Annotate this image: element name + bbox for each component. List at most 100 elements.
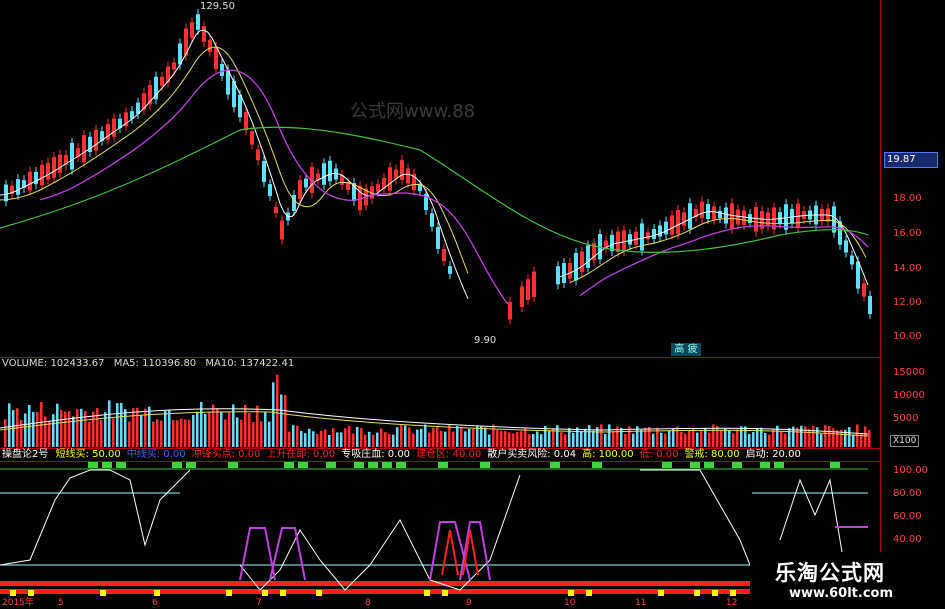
volume-bar [324, 429, 327, 447]
volume-bar [672, 429, 675, 447]
stock-chart-canvas[interactable] [0, 0, 945, 609]
candle-body [730, 203, 734, 230]
candle-body [844, 240, 848, 253]
volume-value: 102433.67 [50, 358, 105, 369]
volume-bar [804, 426, 807, 447]
candle-body [832, 206, 836, 233]
indicator-green-marker [830, 462, 840, 468]
volume-bar [540, 434, 543, 447]
time-axis-label: 5 [58, 598, 64, 608]
candle-body [268, 184, 272, 196]
volume-bar [336, 432, 339, 447]
volume-axis-label: 15000 [893, 367, 925, 378]
indicator-green-marker [186, 462, 196, 468]
volume-header: VOLUME: 102433.67 MA5: 110396.80 MA10: 1… [2, 358, 294, 370]
volume-bar [504, 431, 507, 447]
volume-bar [572, 432, 575, 447]
candle-body [718, 210, 722, 219]
ma5-label: MA5: [113, 358, 139, 369]
candle-body [742, 210, 746, 226]
high-price-label: 129.50 [200, 1, 235, 12]
volume-bar [612, 432, 615, 447]
indicator-green-marker [172, 462, 182, 468]
volume-bar [696, 432, 699, 447]
volume-bar [184, 419, 187, 447]
volume-bar [680, 431, 683, 447]
volume-bar [864, 426, 867, 447]
indicator-name[interactable]: 操盘论2号 [2, 449, 48, 460]
indicator-axis-label: 60.00 [893, 511, 922, 522]
indicator-green-marker [116, 462, 126, 468]
volume-bar [132, 408, 135, 447]
volume-bar [212, 404, 215, 447]
indicator-item: 建仓区: 40.00 [416, 449, 482, 460]
candle-body [868, 295, 872, 315]
volume-bar [108, 400, 111, 447]
volume-bar [224, 419, 227, 447]
candle-body [274, 206, 278, 214]
candle-body [778, 212, 782, 224]
time-axis-label: 9 [466, 598, 472, 608]
volume-bar [136, 407, 139, 447]
volume-bar [564, 434, 567, 447]
volume-bar [480, 425, 483, 447]
time-axis-label: 11 [635, 598, 647, 608]
candle-body [520, 286, 524, 307]
volume-bar [300, 430, 303, 447]
indicator-yellow-marker [10, 590, 16, 596]
volume-bar [676, 426, 679, 447]
indicator-yellow-marker [226, 590, 232, 596]
indicator-yellow-marker [316, 590, 322, 596]
volume-bar [620, 427, 623, 447]
candle-body [508, 301, 512, 320]
volume-bar [248, 413, 251, 447]
volume-bar [468, 428, 471, 447]
volume-bar [164, 410, 167, 447]
volume-bar [48, 420, 51, 447]
candle-body [376, 184, 380, 192]
volume-bar [436, 426, 439, 447]
indicator-green-marker [88, 462, 98, 468]
candle-body [322, 163, 326, 185]
volume-bar [576, 427, 579, 447]
candle-body [160, 76, 164, 86]
volume-bar [148, 406, 151, 447]
candle-body [220, 64, 224, 76]
volume-bar [376, 432, 379, 447]
candle-body [244, 112, 248, 131]
volume-bar [500, 430, 503, 447]
volume-bar [216, 408, 219, 447]
low-price-label: 9.90 [474, 335, 497, 346]
indicator-yellow-marker [442, 590, 448, 596]
candle-body [172, 62, 176, 70]
volume-bar [60, 409, 63, 447]
volume-bar [688, 430, 691, 447]
indicator-yellow-marker [694, 590, 700, 596]
volume-bar [716, 426, 719, 447]
volume-bar [76, 409, 79, 447]
volume-bar [204, 413, 207, 447]
volume-bar [92, 411, 95, 447]
volume-bar [344, 428, 347, 447]
candle-body [82, 135, 86, 163]
indicator-green-marker [760, 462, 770, 468]
candle-body [568, 262, 572, 279]
volume-bar [588, 425, 591, 447]
candle-body [406, 168, 410, 184]
indicator-yellow-marker [586, 590, 592, 596]
volume-bar [52, 414, 55, 447]
candle-body [70, 142, 74, 170]
volume-bar [44, 416, 47, 447]
candle-body [580, 251, 584, 272]
volume-bar [424, 424, 427, 447]
indicator-band [0, 589, 868, 594]
volume-bar [604, 433, 607, 447]
volume-bar [112, 418, 115, 447]
volume-bar [260, 421, 263, 447]
volume-unit-badge[interactable]: X100 [890, 435, 920, 447]
indicator-yellow-marker [262, 590, 268, 596]
volume-bar [140, 415, 143, 447]
indicator-item: 专吸庄血: 0.00 [341, 449, 411, 460]
volume-bar [384, 432, 387, 447]
candle-body [586, 245, 590, 268]
